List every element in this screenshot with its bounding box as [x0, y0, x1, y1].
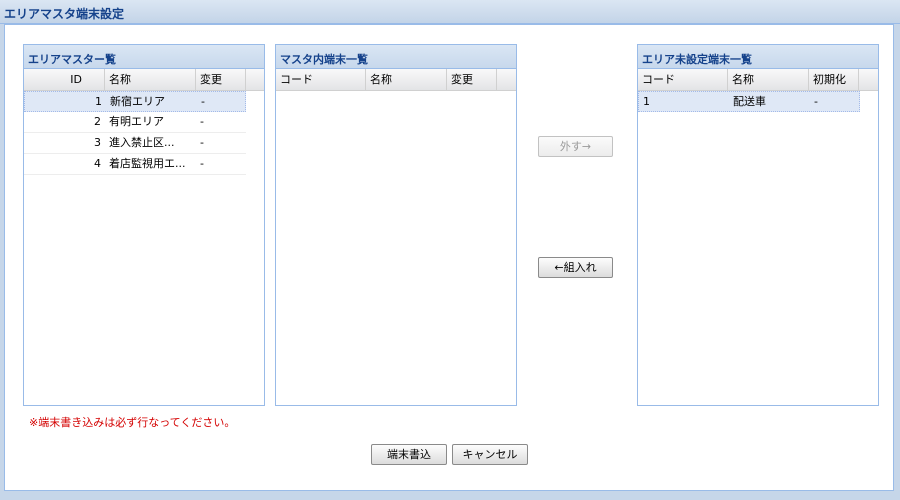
area-master-grid-header: ID 名称 変更	[24, 69, 264, 91]
master-terminal-grid-header: コード 名称 変更	[276, 69, 516, 91]
unset-terminal-row-1[interactable]: 1 配送車 -	[638, 91, 860, 112]
area-row-name: 新宿エリア	[110, 95, 165, 108]
area-row-2[interactable]: 2 有明エリア -	[24, 112, 246, 133]
area-row-id: 2	[94, 115, 101, 128]
area-row-change[interactable]: -	[196, 154, 246, 174]
cancel-button[interactable]: キャンセル	[452, 444, 528, 465]
area-row-change[interactable]: -	[197, 92, 247, 112]
column-header-change[interactable]: 変更	[196, 69, 246, 91]
area-row-name: 着店監視用エ...	[109, 157, 186, 170]
window-title: エリアマスタ端末設定	[0, 0, 900, 24]
area-row-id: 1	[95, 95, 102, 108]
terminal-row-name: 配送車	[733, 95, 766, 108]
area-row-name: 有明エリア	[109, 115, 164, 128]
column-header-name[interactable]: 名称	[105, 69, 196, 91]
write-terminal-button[interactable]: 端末書込	[371, 444, 447, 465]
warning-note: ※端末書き込みは必ず行なってください。	[29, 416, 236, 429]
terminal-row-code: 1	[643, 95, 650, 108]
column-header-code[interactable]: コード	[276, 69, 366, 91]
area-row-change[interactable]: -	[196, 133, 246, 153]
area-row-id: 4	[94, 157, 101, 170]
window-body: エリアマスター覧 ID 名称 変更 1 新宿エリア - 2 有明エリア - 3 …	[4, 24, 894, 491]
column-header-code[interactable]: コード	[638, 69, 728, 91]
column-header-change[interactable]: 変更	[447, 69, 497, 91]
area-row-change[interactable]: -	[196, 112, 246, 132]
unset-terminal-grid-body: 1 配送車 -	[638, 91, 878, 112]
area-row-id: 3	[94, 136, 101, 149]
area-row-3[interactable]: 3 進入禁止区... -	[24, 133, 246, 154]
area-master-panel-title: エリアマスター覧	[24, 45, 264, 69]
area-row-name: 進入禁止区...	[109, 136, 175, 149]
column-header-name[interactable]: 名称	[366, 69, 447, 91]
area-row-1[interactable]: 1 新宿エリア -	[24, 91, 246, 112]
area-row-4[interactable]: 4 着店監視用エ... -	[24, 154, 246, 175]
master-terminal-panel-title: マスタ内端末一覧	[276, 45, 516, 69]
add-button[interactable]: ←組入れ	[538, 257, 613, 278]
terminal-row-init[interactable]: -	[810, 92, 860, 112]
column-header-init[interactable]: 初期化	[809, 69, 859, 91]
master-terminal-panel: マスタ内端末一覧 コード 名称 変更	[275, 44, 517, 406]
area-master-grid-body: 1 新宿エリア - 2 有明エリア - 3 進入禁止区... - 4 着店監視用…	[24, 91, 264, 175]
unset-terminal-panel: エリア未設定端末一覧 コード 名称 初期化 1 配送車 -	[637, 44, 879, 406]
remove-button[interactable]: 外す→	[538, 136, 613, 157]
area-master-panel: エリアマスター覧 ID 名称 変更 1 新宿エリア - 2 有明エリア - 3 …	[23, 44, 265, 406]
unset-terminal-panel-title: エリア未設定端末一覧	[638, 45, 878, 69]
column-header-name[interactable]: 名称	[728, 69, 809, 91]
unset-terminal-grid-header: コード 名称 初期化	[638, 69, 878, 91]
column-header-id[interactable]: ID	[24, 69, 105, 91]
